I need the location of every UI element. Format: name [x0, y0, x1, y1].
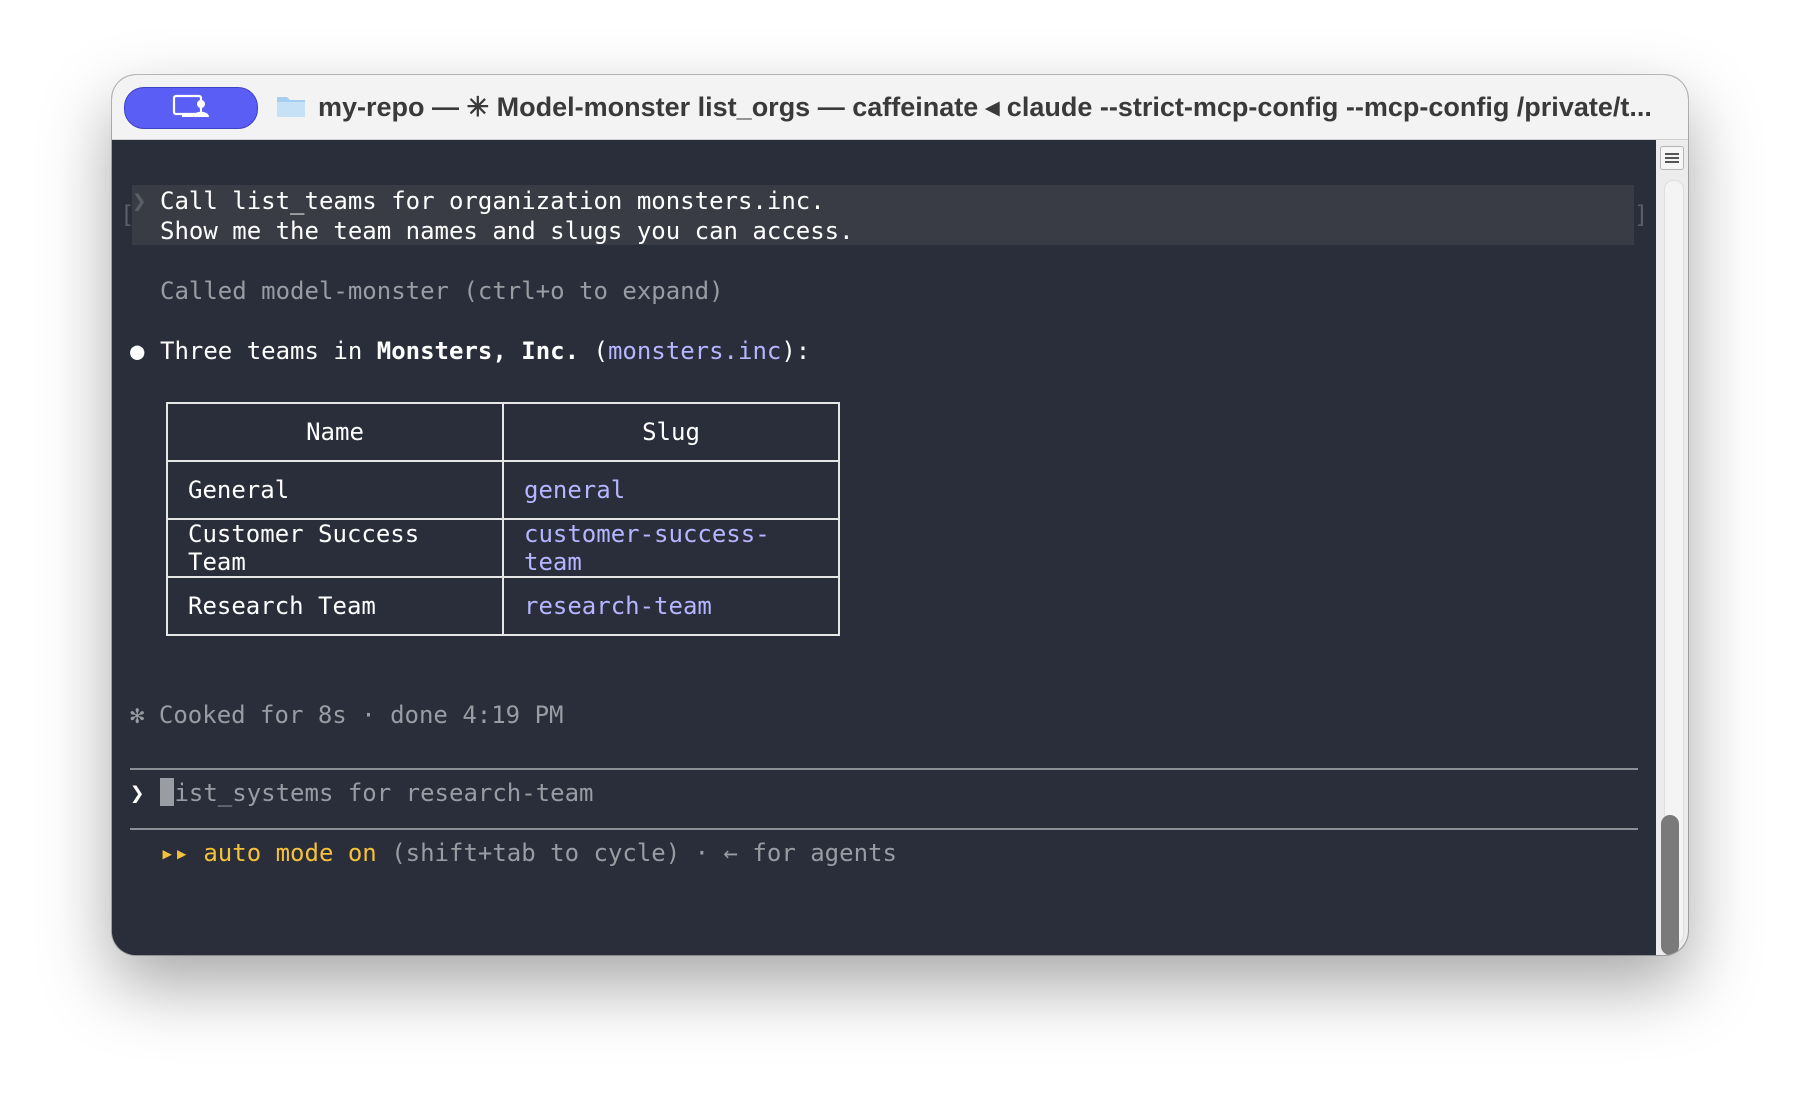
assistant-response: Three teams in Monsters, Inc. (monsters.…	[160, 337, 811, 365]
user-prompt-line-1: Call list_teams for organization monster…	[160, 187, 825, 215]
bracket-right-icon: ]	[1634, 201, 1649, 229]
team-name-cell: Customer Success Team	[166, 518, 504, 578]
table-row: Research Team research-team	[166, 576, 840, 636]
window-title: my-repo — ✳ Model-monster list_orgs — ca…	[318, 92, 1652, 122]
team-slug-cell: research-team	[502, 576, 840, 636]
terminal-window: my-repo — ✳ Model-monster list_orgs — ca…	[112, 75, 1688, 955]
team-slug-cell: general	[502, 460, 840, 520]
team-name-cell: Research Team	[166, 576, 504, 636]
scrollbar-thumb[interactable]	[1661, 815, 1679, 955]
title-bar: my-repo — ✳ Model-monster list_orgs — ca…	[112, 75, 1688, 140]
input-bottom-divider	[130, 828, 1638, 830]
bullet-icon: ●	[130, 337, 145, 365]
table-row: Customer Success Team customer-success-t…	[166, 518, 840, 578]
teams-table: Name Slug General general Customer Succe…	[166, 402, 840, 636]
column-header-slug: Slug	[502, 402, 840, 462]
table-row: General general	[166, 460, 840, 520]
status-line: ✻ Cooked for 8s · done 4:19 PM	[130, 701, 564, 729]
user-prompt-line-2: Show me the team names and slugs you can…	[160, 217, 854, 245]
scrollbar-menu-icon[interactable]	[1660, 146, 1684, 170]
mode-hint: (shift+tab to cycle) · ← for agents	[376, 839, 897, 867]
team-name-cell: General	[166, 460, 504, 520]
profile-button[interactable]	[124, 87, 258, 129]
folder-icon	[276, 93, 306, 124]
team-slug-cell: customer-success-team	[502, 518, 840, 578]
tool-call-summary[interactable]: Called model-monster (ctrl+o to expand)	[160, 276, 724, 306]
mode-indicator[interactable]: ▸▸ auto mode on (shift+tab to cycle) · ←…	[160, 838, 897, 868]
bracket-left-icon: [	[120, 201, 135, 229]
fast-forward-icon: ▸▸	[160, 839, 189, 867]
input-top-divider	[130, 768, 1638, 770]
person-screen-icon	[172, 93, 210, 124]
terminal-content: ❯ [ ] Call list_teams for organization m…	[112, 140, 1656, 955]
prompt-input[interactable]: list_systems for research-team	[160, 778, 593, 808]
mode-label: auto mode on	[203, 839, 377, 867]
column-header-name: Name	[166, 402, 504, 462]
table-header-row: Name Slug	[166, 402, 840, 462]
input-prompt-icon: ❯	[130, 779, 145, 807]
